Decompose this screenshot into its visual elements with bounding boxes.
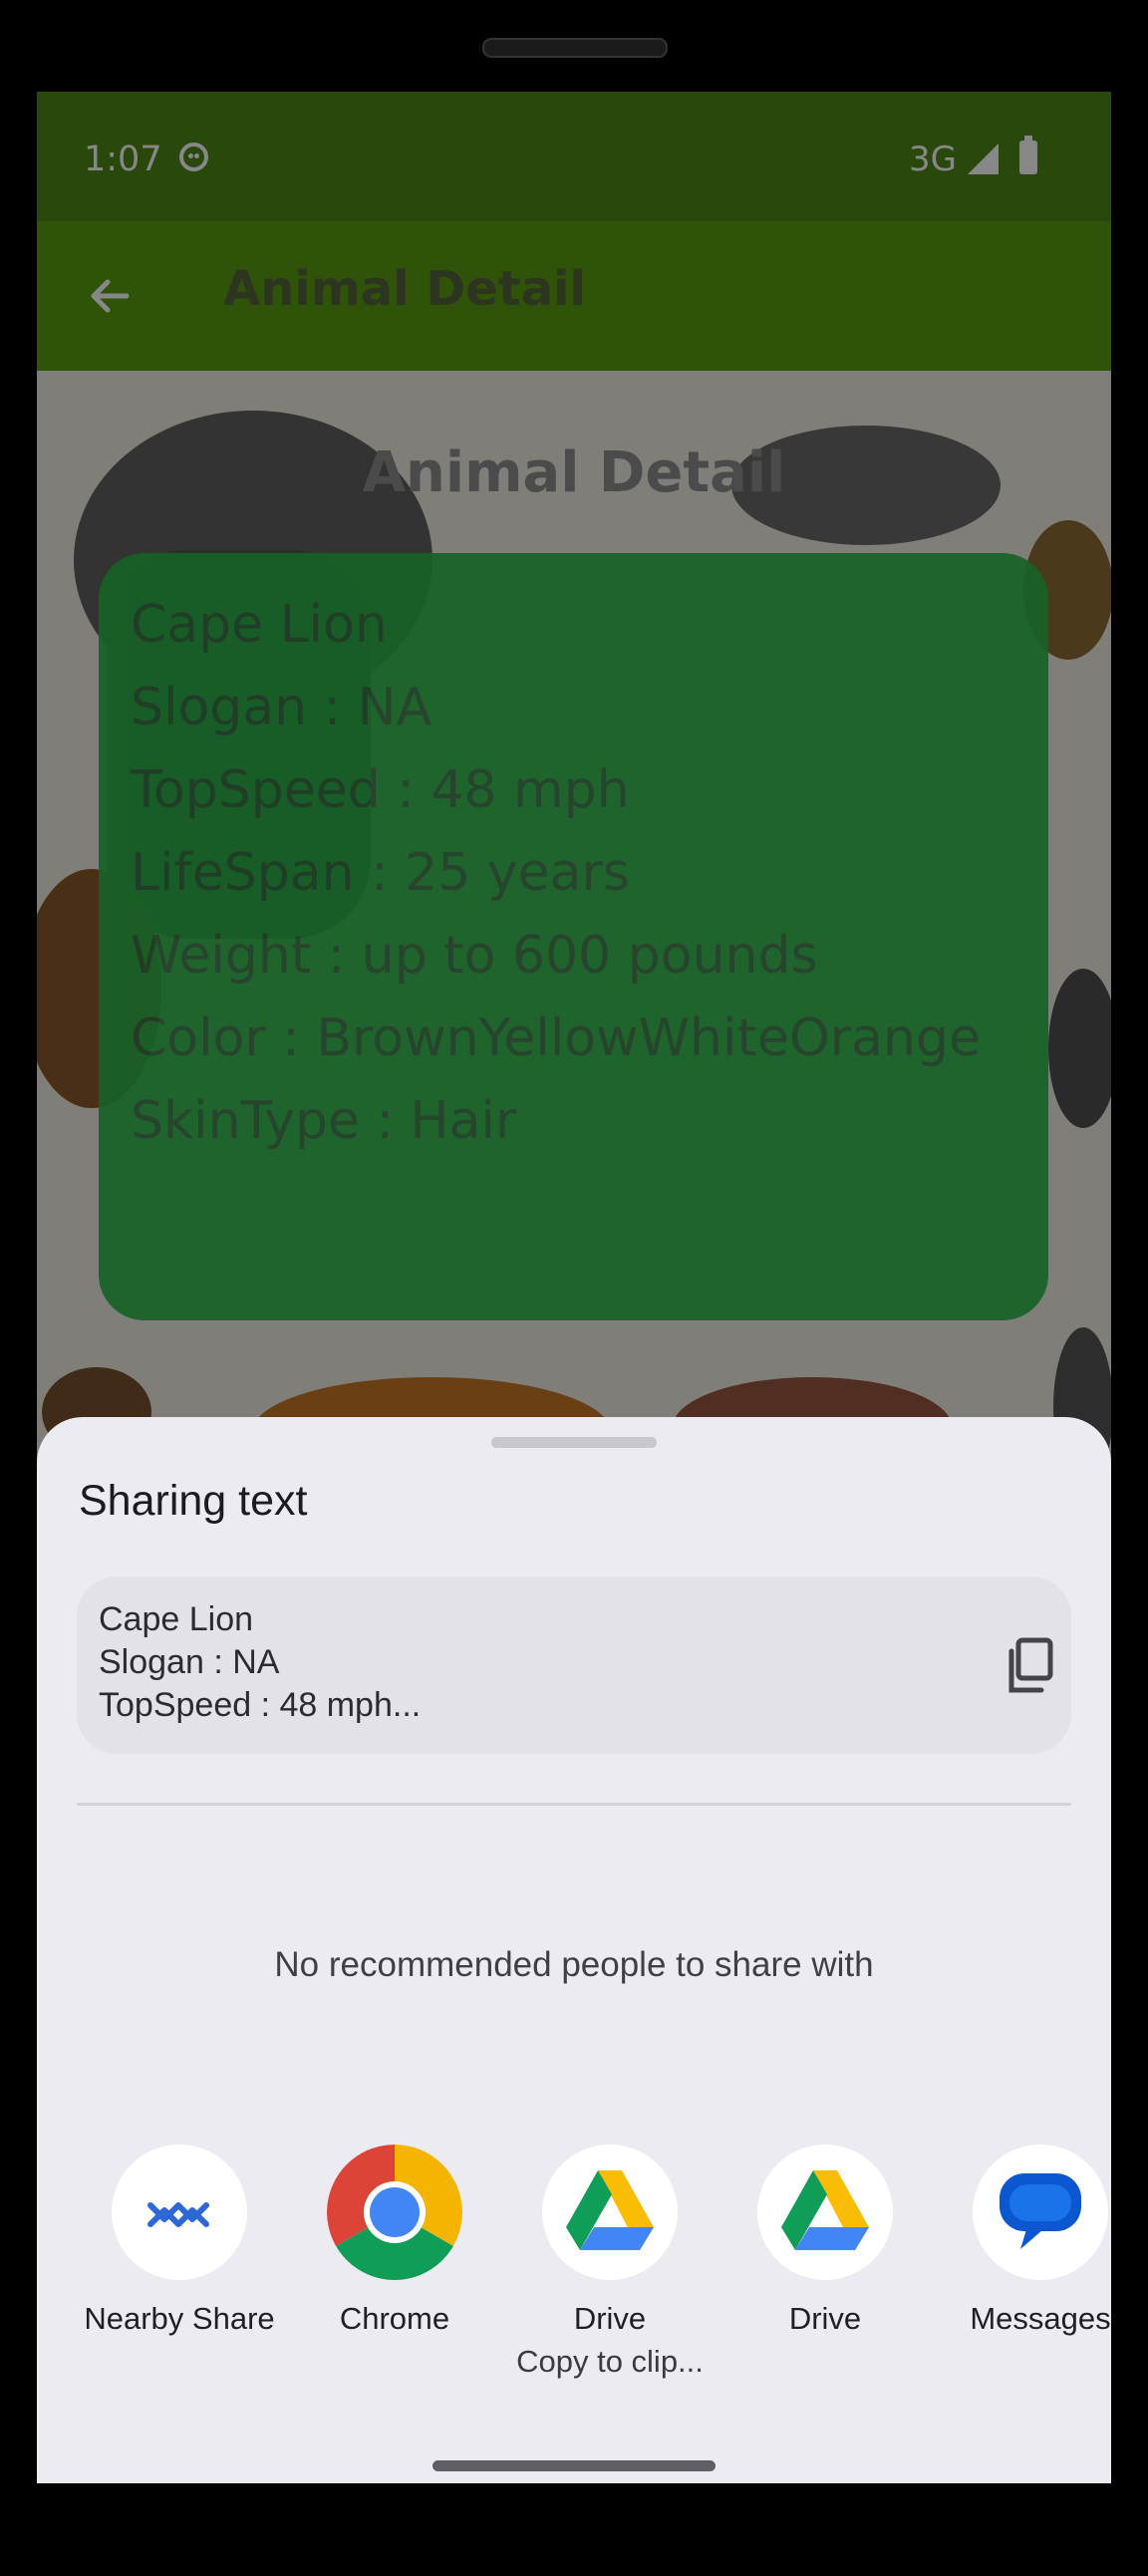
- share-sheet-title: Sharing text: [79, 1477, 308, 1525]
- share-target-label: Drive: [573, 2301, 647, 2336]
- share-target-chrome[interactable]: Chrome: [287, 2145, 502, 2384]
- messages-icon: [973, 2145, 1108, 2280]
- share-target-nearby-share[interactable]: Nearby Share: [72, 2145, 287, 2384]
- copy-icon[interactable]: [1004, 1636, 1058, 1696]
- sheet-drag-handle[interactable]: [491, 1437, 657, 1448]
- share-target-drive[interactable]: Drive: [718, 2145, 933, 2384]
- share-target-label: Chrome: [339, 2301, 450, 2336]
- drive-icon: [542, 2145, 678, 2280]
- share-target-drive-copy[interactable]: Drive Copy to clip...: [502, 2145, 718, 2384]
- chrome-icon: [327, 2145, 462, 2280]
- shared-text-preview: Cape Lion Slogan : NA TopSpeed : 48 mph.…: [77, 1576, 1071, 1754]
- device-screen: 1:07 3G Animal Detail Animal Detail Cape…: [37, 92, 1111, 2483]
- nearby-share-icon: [112, 2145, 247, 2280]
- gesture-navigation-bar[interactable]: [432, 2460, 716, 2471]
- share-target-label: Messages: [970, 2301, 1111, 2336]
- share-target-label: Nearby Share: [84, 2301, 275, 2336]
- phone-speaker: [482, 38, 668, 58]
- share-target-messages[interactable]: Messages: [933, 2145, 1111, 2384]
- no-recommendations-message: No recommended people to share with: [274, 1945, 874, 1984]
- phone-frame: 1:07 3G Animal Detail Animal Detail Cape…: [0, 0, 1148, 2576]
- share-target-label: Drive: [788, 2301, 862, 2336]
- preview-line: TopSpeed : 48 mph...: [99, 1686, 422, 1724]
- share-sheet: Sharing text Cape Lion Slogan : NA TopSp…: [37, 1417, 1111, 2483]
- drive-icon: [757, 2145, 893, 2280]
- preview-line: Slogan : NA: [99, 1643, 280, 1681]
- share-divider: [77, 1803, 1071, 1806]
- preview-line: Cape Lion: [99, 1600, 254, 1638]
- share-target-sublabel: Copy to clip...: [516, 2344, 704, 2379]
